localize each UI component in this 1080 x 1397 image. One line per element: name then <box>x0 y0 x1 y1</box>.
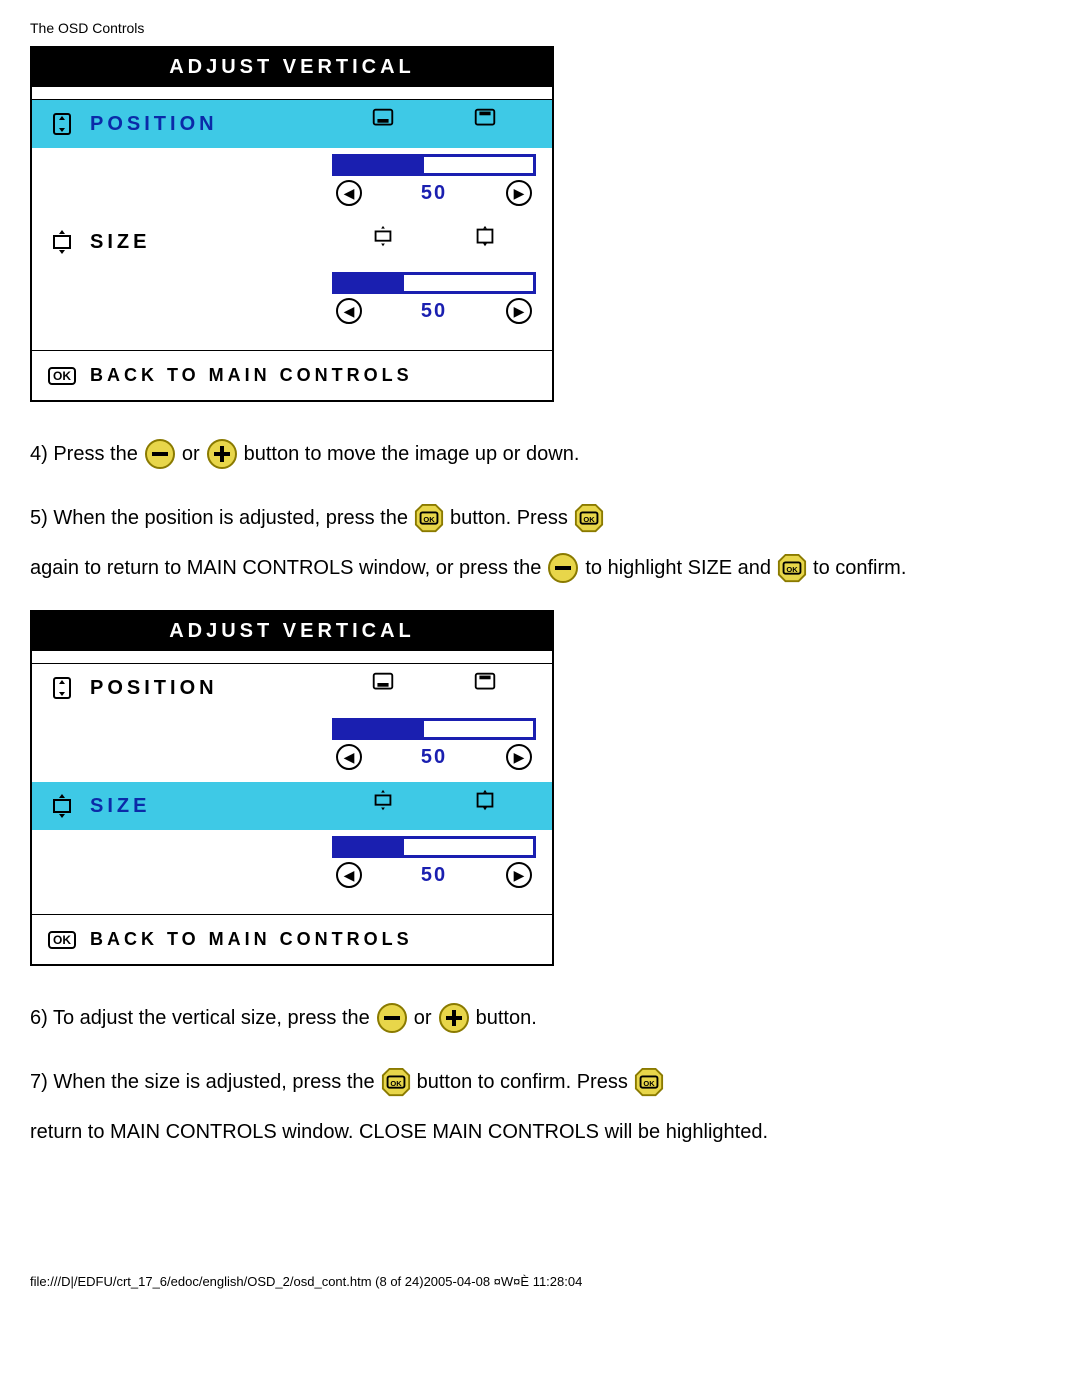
size-label: SIZE <box>90 231 150 254</box>
osd-panel-position: ADJUST VERTICAL POSITION ◀ 50 ▶ SIZE <box>30 46 554 402</box>
osd-row-position-slider: ◀ 50 ▶ <box>32 148 552 212</box>
step-4: 4) Press the or button to move the image… <box>30 432 1050 476</box>
decrease-icon[interactable]: ◀ <box>336 862 362 888</box>
size-value: 50 <box>421 300 447 323</box>
size-icon <box>48 228 76 256</box>
image-down-icon <box>370 106 396 132</box>
minus-button-icon <box>144 438 176 470</box>
decrease-icon[interactable]: ◀ <box>336 180 362 206</box>
step-6: 6) To adjust the vertical size, press th… <box>30 996 1050 1040</box>
position-label: POSITION <box>90 677 218 700</box>
position-icon <box>48 110 76 138</box>
size-slider[interactable] <box>332 272 536 294</box>
osd-panel-size: ADJUST VERTICAL POSITION ◀ 50 ▶ SIZE <box>30 610 554 966</box>
increase-icon[interactable]: ▶ <box>506 744 532 770</box>
page-header: The OSD Controls <box>30 20 1050 36</box>
ok-icon: OK <box>48 931 76 949</box>
ok-icon: OK <box>48 367 76 385</box>
size-slider[interactable] <box>332 836 536 858</box>
ok-button-icon <box>777 553 807 583</box>
plus-button-icon <box>438 1002 470 1034</box>
size-value: 50 <box>421 864 447 887</box>
page-footer: file:///D|/EDFU/crt_17_6/edoc/english/OS… <box>30 1274 1050 1289</box>
decrease-icon[interactable]: ◀ <box>336 744 362 770</box>
image-up-icon <box>472 670 498 696</box>
step-7: 7) When the size is adjusted, press the … <box>30 1060 1050 1154</box>
osd-row-size[interactable]: SIZE <box>32 782 552 830</box>
osd-row-size-slider: ◀ 50 ▶ <box>32 830 552 894</box>
size-small-icon <box>370 224 396 250</box>
osd-row-size[interactable]: SIZE <box>32 218 552 266</box>
osd-title: ADJUST VERTICAL <box>32 48 552 87</box>
size-small-icon <box>370 788 396 814</box>
back-label: BACK TO MAIN CONTROLS <box>90 365 413 386</box>
step-5: 5) When the position is adjusted, press … <box>30 496 1050 590</box>
back-to-main-row[interactable]: OK BACK TO MAIN CONTROLS <box>32 914 552 964</box>
osd-row-position[interactable]: POSITION <box>32 664 552 712</box>
position-label: POSITION <box>90 113 218 136</box>
size-icon <box>48 792 76 820</box>
ok-button-icon <box>634 1067 664 1097</box>
ok-button-icon <box>414 503 444 533</box>
position-value: 50 <box>421 182 447 205</box>
minus-button-icon <box>547 552 579 584</box>
osd-row-position[interactable]: POSITION <box>32 100 552 148</box>
increase-icon[interactable]: ▶ <box>506 862 532 888</box>
plus-button-icon <box>206 438 238 470</box>
position-slider[interactable] <box>332 718 536 740</box>
size-label: SIZE <box>90 795 150 818</box>
increase-icon[interactable]: ▶ <box>506 180 532 206</box>
image-up-icon <box>472 106 498 132</box>
back-to-main-row[interactable]: OK BACK TO MAIN CONTROLS <box>32 350 552 400</box>
image-down-icon <box>370 670 396 696</box>
decrease-icon[interactable]: ◀ <box>336 298 362 324</box>
ok-button-icon <box>574 503 604 533</box>
osd-title: ADJUST VERTICAL <box>32 612 552 651</box>
osd-row-size-slider: ◀ 50 ▶ <box>32 266 552 330</box>
size-large-icon <box>472 788 498 814</box>
ok-button-icon <box>381 1067 411 1097</box>
position-icon <box>48 674 76 702</box>
back-label: BACK TO MAIN CONTROLS <box>90 929 413 950</box>
minus-button-icon <box>376 1002 408 1034</box>
position-value: 50 <box>421 746 447 769</box>
position-slider[interactable] <box>332 154 536 176</box>
size-large-icon <box>472 224 498 250</box>
increase-icon[interactable]: ▶ <box>506 298 532 324</box>
osd-row-position-slider: ◀ 50 ▶ <box>32 712 552 776</box>
